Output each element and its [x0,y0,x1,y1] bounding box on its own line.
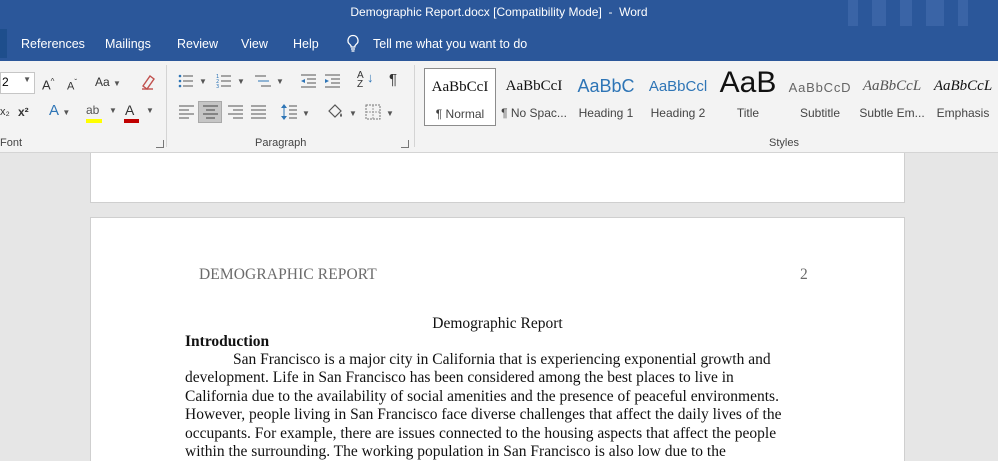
previous-page[interactable] [90,153,905,203]
ribbon-tabs: References Mailings Review View Help Tel… [0,26,998,61]
style-no-spacing[interactable]: AaBbCcI ¶ No Spac... [498,68,570,126]
body-line: However, people living in San Francisco … [185,406,782,424]
highlight-color-button[interactable]: ab ▼ [86,102,117,123]
line-spacing-icon[interactable] [281,103,297,121]
running-head: DEMOGRAPHIC REPORT [199,266,377,283]
show-hide-marks-icon[interactable]: ¶ [389,72,397,88]
clear-formatting-icon[interactable] [140,73,156,91]
document-canvas[interactable]: DEMOGRAPHIC REPORT 2 Demographic Report … [0,153,998,461]
style-title[interactable]: AaB Title [714,66,782,126]
multilevel-list-icon[interactable] [254,73,272,89]
tab-view[interactable]: View [241,37,268,51]
superscript-button[interactable]: x² [18,104,29,120]
numbering-icon[interactable]: 123 [216,73,232,89]
justify-icon[interactable] [251,105,267,119]
font-color-button[interactable]: A ▼ [124,102,155,123]
styles-gallery: AaBbCcI ¶ Normal AaBbCcI ¶ No Spac... Aa… [422,66,998,126]
tab-overflow[interactable] [0,29,7,58]
chevron-down-icon: ▼ [146,106,154,115]
tab-mailings[interactable]: Mailings [105,37,151,51]
body-line: San Francisco is a major city in Califor… [233,351,771,368]
ribbon: 2 ▼ A^ Aˇ Aa ▼ x₂ x² A ▼ ab ▼ A ▼ Font ▼… [0,61,998,153]
chevron-down-icon[interactable]: ▼ [349,106,357,122]
font-color-swatch [124,119,139,123]
font-size-combo[interactable]: 2 ▼ [0,72,35,94]
font-group-label: Font [0,137,23,149]
chevron-down-icon[interactable]: ▼ [302,106,310,122]
font-color-icon: A [125,102,135,118]
svg-text:3: 3 [216,84,219,89]
style-emphasis[interactable]: AaBbCcL Emphasis [928,68,998,126]
style-heading-2[interactable]: AaBbCcl Heading 2 [642,68,714,126]
style-heading-1[interactable]: AaBbC Heading 1 [570,68,642,126]
chevron-down-icon[interactable]: ▼ [386,106,394,122]
body-line: California due to the availability of so… [185,387,779,405]
font-dialog-launcher[interactable] [156,140,164,148]
change-case-button[interactable]: Aa ▼ [95,74,121,92]
align-left-icon[interactable] [179,105,195,119]
chevron-down-icon: ▼ [113,79,121,88]
styles-group-label: Styles [769,137,799,149]
borders-icon[interactable] [365,104,381,120]
tab-references[interactable]: References [21,37,85,51]
highlighter-icon: ab [86,103,100,117]
chevron-down-icon: ▼ [109,106,117,115]
body-line: development. Life in San Francisco has b… [185,369,734,387]
chevron-down-icon[interactable]: ▼ [237,74,245,90]
group-divider [166,65,167,147]
tab-review[interactable]: Review [177,37,218,51]
align-center-icon [203,105,218,119]
highlight-swatch [86,119,102,123]
sort-icon[interactable]: A Z ↓ [357,71,374,90]
tell-me-search[interactable]: Tell me what you want to do [373,37,527,51]
text-effects-button[interactable]: A ▼ [49,103,70,121]
font-size-value: 2 [2,75,9,89]
body-line: occupants. For example, there are issues… [185,424,777,442]
subscript-button[interactable]: x₂ [0,104,10,120]
group-divider [414,65,415,147]
increase-indent-icon[interactable] [324,73,341,89]
decrease-indent-icon[interactable] [300,73,317,89]
style-subtitle[interactable]: AaBbCcD Subtitle [784,68,856,126]
tab-help[interactable]: Help [293,37,319,51]
section-heading: Introduction [185,333,270,350]
chevron-down-icon[interactable]: ▼ [276,74,284,90]
grow-font-button[interactable]: A^ [42,74,54,93]
body-line: within the surrounding. The working popu… [185,443,726,461]
chevron-down-icon[interactable]: ▼ [199,74,207,90]
style-subtle-emphasis[interactable]: AaBbCcL Subtle Em... [856,68,928,126]
body-paragraph[interactable]: San Francisco is a major city in Califor… [185,351,815,461]
align-center-button[interactable] [198,101,222,123]
shading-icon[interactable] [326,103,344,121]
shrink-font-button[interactable]: Aˇ [67,75,77,95]
title-bar: Demographic Report.docx [Compatibility M… [0,0,998,26]
document-page[interactable]: DEMOGRAPHIC REPORT 2 Demographic Report … [90,217,905,461]
paragraph-dialog-launcher[interactable] [401,140,409,148]
chevron-down-icon: ▼ [62,108,71,117]
chevron-down-icon: ▼ [23,75,31,84]
page-number: 2 [800,266,808,283]
window-title: Demographic Report.docx [Compatibility M… [350,5,648,19]
bullets-icon[interactable] [178,73,194,89]
paragraph-group-label: Paragraph [255,137,307,149]
document-title: Demographic Report [432,315,563,332]
style-normal[interactable]: AaBbCcI ¶ Normal [424,68,496,126]
align-right-icon[interactable] [227,105,243,119]
lightbulb-icon[interactable] [345,34,361,53]
